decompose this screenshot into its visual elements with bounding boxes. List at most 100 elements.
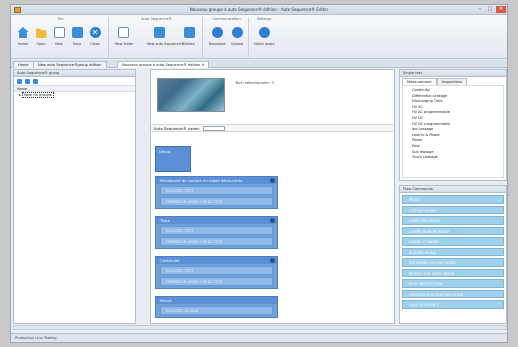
block-settings-icon[interactable] bbox=[270, 178, 275, 183]
sequence-name-input[interactable] bbox=[203, 126, 225, 131]
panel-title: Auto Sequence® group bbox=[14, 70, 135, 77]
block-title: Continuité bbox=[160, 258, 180, 263]
flow-commands-panel: Flow Commands PAUSE OUTPUT MODE EXPECTED… bbox=[399, 185, 507, 324]
flow-command-item[interactable]: EXTERNAL OUTPUT MODE bbox=[402, 258, 504, 267]
block-row[interactable]: OPERATION APRÈS FIN DU TEST bbox=[160, 277, 273, 286]
ribbon-group-settings: Settings Hatch angle bbox=[251, 17, 277, 57]
close-label: Close bbox=[90, 42, 100, 46]
block-row[interactable]: RESULTAT GLOBAL bbox=[160, 306, 273, 315]
single-test-title: Single test bbox=[400, 70, 506, 77]
test-block[interactable]: Continuité RESULTAT TEST OPERATION APRÈS… bbox=[155, 256, 278, 289]
home-label: Home bbox=[17, 42, 28, 46]
delete-button[interactable]: Delete bbox=[181, 25, 197, 53]
block-settings-icon[interactable] bbox=[270, 258, 275, 263]
list-item[interactable]: Touch Leakage bbox=[403, 155, 503, 161]
tab-new-group-edition[interactable]: Nouveau groupe à auto Sequence® édition … bbox=[117, 61, 210, 68]
title-bar: Nouveau groupe à auto Sequence® édition … bbox=[11, 5, 507, 15]
add-icon[interactable] bbox=[17, 79, 22, 84]
tab-inspections[interactable]: Inspections bbox=[436, 78, 468, 85]
flow-command-item[interactable]: BUZZER MODE bbox=[402, 247, 504, 256]
collapse-icon[interactable] bbox=[33, 79, 38, 84]
app-window: Nouveau groupe à auto Sequence® édition … bbox=[10, 4, 508, 343]
group-toolbar bbox=[14, 77, 135, 86]
ribbon-group-title: Communication bbox=[212, 17, 241, 21]
ribbon-group-communication: Communication Download Upload bbox=[205, 17, 249, 57]
ribbon-group-title: File bbox=[57, 17, 64, 21]
maximize-button[interactable]: □ bbox=[485, 6, 495, 13]
close-file-button[interactable]: ✕ Close bbox=[87, 25, 103, 53]
save-icon bbox=[71, 27, 83, 38]
home-icon bbox=[17, 27, 29, 38]
test-block[interactable]: Trace RESULTAT TEST OPERATION APRÈS FIN … bbox=[155, 216, 278, 249]
hatch-angle-icon bbox=[258, 27, 270, 38]
save-button[interactable]: Save bbox=[69, 25, 85, 53]
download-icon bbox=[211, 27, 223, 38]
home-button[interactable]: Home bbox=[15, 25, 31, 53]
flow-command-item[interactable]: CALL SEQUENCE bbox=[402, 300, 504, 309]
flow-command-item[interactable]: RESULT FOR AUTO MODE bbox=[402, 268, 504, 277]
flow-command-item[interactable]: LAMPE MARCHE MODE bbox=[402, 226, 504, 235]
block-row[interactable]: OPERATION APRÈS FIN DU TEST bbox=[160, 197, 273, 206]
thumbnail-label: Tech sélectionnée: 3 bbox=[235, 80, 274, 85]
tree-item[interactable]: ▸ Nom du groupe bbox=[14, 92, 135, 99]
new-folder-icon bbox=[117, 27, 129, 38]
close-circle-icon: ✕ bbox=[89, 27, 101, 38]
hatch-angle-label: Hatch angle bbox=[254, 42, 275, 46]
flow-command-item[interactable]: PAUSE bbox=[402, 195, 504, 204]
delete-label: Delete bbox=[183, 42, 195, 46]
expand-icon[interactable] bbox=[25, 79, 30, 84]
new-button[interactable]: New bbox=[51, 25, 67, 53]
block-row[interactable]: RESULTAT TEST bbox=[160, 186, 273, 195]
block-title: Résistance de contact en mode découverte bbox=[160, 178, 243, 183]
tab-group-edition[interactable]: New auto Sequence®group édition bbox=[33, 61, 107, 68]
ribbon: File Home Open New Save ✕ Close Auto Sequ… bbox=[11, 15, 507, 59]
open-button[interactable]: Open bbox=[33, 25, 49, 53]
flow-command-item[interactable]: OUTPUT MODE bbox=[402, 205, 504, 214]
new-document-icon bbox=[53, 27, 65, 38]
horizontal-scrollbar[interactable] bbox=[13, 325, 507, 330]
ribbon-group-file: File Home Open New Save ✕ Close bbox=[13, 17, 109, 57]
instrument-thumbnail bbox=[157, 78, 225, 112]
upload-button[interactable]: Upload bbox=[228, 25, 246, 53]
right-panel: Single test Measurement Inspections Conti… bbox=[399, 69, 507, 324]
new-folder-button[interactable]: New folder bbox=[115, 25, 134, 53]
flow-command-item[interactable]: EXPECTED MODE bbox=[402, 216, 504, 225]
tab-home[interactable]: Home bbox=[13, 61, 34, 68]
block-settings-icon[interactable] bbox=[270, 218, 275, 223]
single-test-tabs: Measurement Inspections bbox=[402, 78, 468, 85]
flow-command-item[interactable]: OPERATION AFTER END MODE bbox=[402, 289, 504, 298]
sequence-editor: Tech sélectionnée: 3 Auto Sequence® name… bbox=[150, 69, 395, 324]
new-sequence-button[interactable]: New auto Sequence® bbox=[147, 25, 184, 53]
start-label: Début bbox=[159, 149, 171, 154]
block-row[interactable]: RESULTAT TEST bbox=[160, 266, 273, 275]
start-block[interactable]: Début bbox=[155, 146, 191, 172]
upload-icon bbox=[231, 27, 243, 38]
hatch-angle-button[interactable]: Hatch angle bbox=[254, 25, 274, 53]
block-title: Result bbox=[160, 298, 172, 303]
flow-command-item[interactable]: LAMPE ST MODE bbox=[402, 237, 504, 246]
download-button[interactable]: Download bbox=[208, 25, 226, 53]
sequence-name-label: Auto Sequence® name: bbox=[154, 126, 200, 131]
sequence-name-bar: Auto Sequence® name: bbox=[151, 124, 394, 132]
upload-label: Upload bbox=[231, 42, 243, 46]
folder-icon bbox=[35, 28, 47, 38]
test-block[interactable]: Résistance de contact en mode découverte… bbox=[155, 176, 278, 209]
tab-measurement[interactable]: Measurement bbox=[402, 78, 437, 85]
block-row[interactable]: OPERATION APRÈS FIN DU TEST bbox=[160, 237, 273, 246]
sequence-group-panel: Auto Sequence® group Name ▸ Nom du group… bbox=[13, 69, 136, 324]
close-button[interactable]: ✕ bbox=[496, 6, 506, 13]
tree-item-label: Nom du groupe bbox=[21, 92, 54, 98]
ribbon-group-title: Auto Sequence® bbox=[141, 17, 172, 21]
flow-commands-title: Flow Commands bbox=[400, 186, 506, 193]
ribbon-group-sequence: Auto Sequence® New folder New auto Seque… bbox=[111, 17, 203, 57]
result-block[interactable]: Result RESULTAT GLOBAL bbox=[155, 296, 278, 318]
window-title: Nouveau groupe à auto Sequence® édition … bbox=[189, 7, 329, 12]
flow-command-item[interactable]: PLAY PROTECTION bbox=[402, 279, 504, 288]
open-label: Open bbox=[36, 42, 46, 46]
document-tabs: Home New auto Sequence®group édition Nou… bbox=[11, 60, 507, 68]
block-row[interactable]: RESULTAT TEST bbox=[160, 226, 273, 235]
new-sequence-icon bbox=[153, 27, 165, 38]
ribbon-group-title: Settings bbox=[256, 17, 272, 21]
new-folder-label: New folder bbox=[115, 42, 134, 46]
minimize-button[interactable]: – bbox=[475, 6, 485, 13]
